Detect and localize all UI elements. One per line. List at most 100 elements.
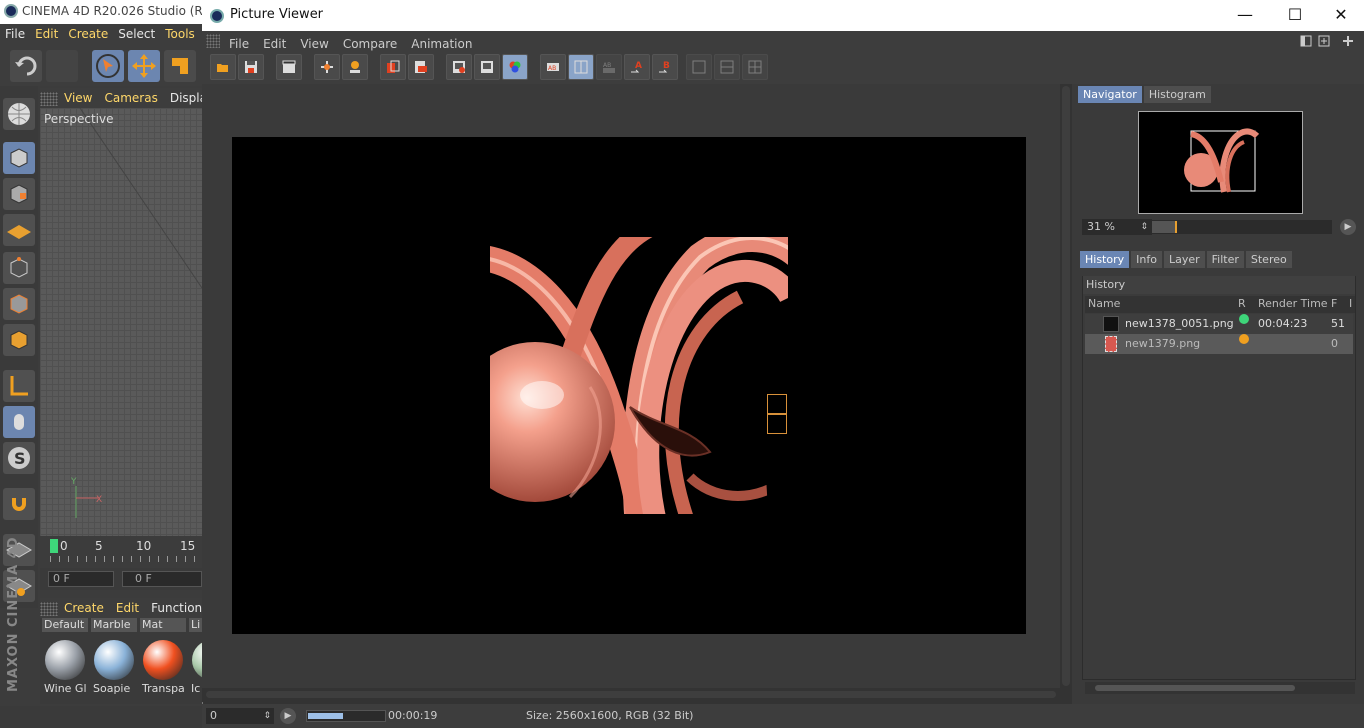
polygons-mode-icon[interactable] (3, 324, 35, 356)
axis-icon[interactable] (3, 370, 35, 402)
ab-compare-icon[interactable]: AB (540, 54, 566, 80)
copy-frame-icon[interactable] (380, 54, 406, 80)
playhead[interactable] (50, 539, 58, 553)
history-horizontal-scrollbar[interactable] (1085, 682, 1355, 694)
stop-render-icon[interactable] (314, 54, 340, 80)
picture-viewer-title: Picture Viewer (230, 7, 324, 22)
set-b-icon[interactable]: B (652, 54, 678, 80)
set-a-icon[interactable]: A (624, 54, 650, 80)
render-region-icon[interactable] (342, 54, 368, 80)
view-fit-icon[interactable] (446, 54, 472, 80)
tab-layer[interactable]: Layer (1163, 251, 1205, 268)
menu-edit[interactable]: Edit (30, 24, 63, 44)
cinema4d-statusbar (0, 706, 202, 728)
material-menu-create[interactable]: Create (58, 598, 110, 618)
ab-overlay-icon[interactable] (714, 54, 740, 80)
viewport-menu-view[interactable]: View (58, 88, 98, 108)
move-icon[interactable] (128, 50, 160, 82)
svg-text:B: B (663, 61, 670, 71)
model-mode-icon[interactable] (3, 142, 35, 174)
render-region-marker-top[interactable] (767, 394, 787, 414)
history-row-name: new1378_0051.png (1125, 317, 1234, 330)
zoom-field[interactable]: 31 % ⇕ (1082, 219, 1152, 235)
zoom-slider[interactable] (1152, 220, 1332, 234)
history-header: History (1083, 276, 1355, 294)
frame-range: 0 F 0 F (40, 568, 202, 590)
render-clapper-icon[interactable] (276, 54, 302, 80)
history-tabs: History Info Layer Filter Stereo (1080, 251, 1294, 269)
col-render-time[interactable]: Render Time (1258, 296, 1328, 312)
render-region-marker-bottom[interactable] (767, 414, 787, 434)
timeline[interactable]: 0 5 10 15 (40, 536, 202, 566)
zoom-play-icon[interactable]: ▶ (1340, 219, 1356, 235)
edges-mode-icon[interactable] (3, 288, 35, 320)
material-swatch[interactable]: Mat Transpa (140, 618, 186, 702)
material-menu-function[interactable]: Function (145, 598, 208, 618)
frame-number-field[interactable]: 0 ⇕ (206, 708, 274, 724)
ab-swap-icon[interactable] (686, 54, 712, 80)
tab-navigator[interactable]: Navigator (1078, 86, 1142, 103)
stepper-icon: ⇕ (263, 711, 271, 721)
tab-filter[interactable]: Filter (1206, 251, 1244, 268)
viewport-menu-cameras[interactable]: Cameras (98, 88, 163, 108)
tab-histogram[interactable]: Histogram (1143, 86, 1211, 103)
cinema4d-left-toolbar: S (0, 86, 38, 608)
col-name[interactable]: Name (1088, 296, 1120, 312)
col-i[interactable]: I (1349, 296, 1352, 312)
material-label: Mat (140, 618, 186, 632)
material-swatch[interactable]: Marble Soapie (91, 618, 137, 702)
minimize-button[interactable]: — (1222, 0, 1268, 31)
menu-select[interactable]: Select (113, 24, 160, 44)
tab-info[interactable]: Info (1131, 251, 1162, 268)
col-r[interactable]: R (1238, 296, 1246, 312)
history-row-time: 00:04:23 (1258, 317, 1308, 330)
close-button[interactable]: ✕ (1318, 0, 1364, 31)
ab-grid-icon[interactable] (742, 54, 768, 80)
menu-file[interactable]: File (0, 24, 30, 44)
history-row[interactable]: new1379.png 0 (1085, 334, 1353, 354)
magnet-icon[interactable] (3, 488, 35, 520)
snap-icon[interactable]: S (3, 442, 35, 474)
svg-text:S: S (14, 449, 26, 468)
menu-create[interactable]: Create (63, 24, 113, 44)
rendered-image[interactable] (490, 237, 788, 514)
material-menu-edit[interactable]: Edit (110, 598, 145, 618)
layout-icons[interactable] (1299, 33, 1363, 49)
tweak-mouse-icon[interactable] (3, 406, 35, 438)
workplane-icon[interactable] (3, 214, 35, 246)
col-f[interactable]: F (1331, 296, 1337, 312)
scale-icon[interactable] (164, 50, 196, 82)
select-cursor-icon[interactable] (92, 50, 124, 82)
material-swatch[interactable]: Default Wine Gl (42, 618, 88, 702)
picture-viewer-titlebar: Picture Viewer — ☐ ✕ (202, 0, 1364, 31)
elapsed-time: 00:00:19 (388, 709, 438, 722)
min-frame-field[interactable]: 0 F (122, 571, 202, 587)
start-frame-field[interactable]: 0 F (48, 571, 114, 587)
undo-icon[interactable] (10, 50, 42, 82)
svg-text:A: A (635, 61, 642, 71)
globe-icon[interactable] (3, 98, 35, 130)
maximize-button[interactable]: ☐ (1272, 0, 1318, 31)
cinema4d-toolbar (0, 46, 202, 86)
tab-stereo[interactable]: Stereo (1245, 251, 1292, 268)
save-icon[interactable] (238, 54, 264, 80)
grip-icon (206, 34, 220, 48)
viewport-3d[interactable]: X Y (40, 108, 202, 536)
vertical-scrollbar[interactable] (1060, 84, 1072, 688)
redo-icon[interactable] (46, 50, 78, 82)
view-100-icon[interactable] (474, 54, 500, 80)
points-mode-icon[interactable] (3, 252, 35, 284)
play-icon[interactable]: ▶ (280, 708, 296, 724)
paste-frame-icon[interactable] (408, 54, 434, 80)
navigator-thumbnail[interactable] (1138, 111, 1303, 214)
material-menubar: Create Edit Function (40, 598, 202, 618)
horizontal-scrollbar[interactable] (202, 688, 1060, 702)
open-folder-icon[interactable] (210, 54, 236, 80)
history-row[interactable]: new1378_0051.png 00:04:23 51 (1085, 314, 1353, 334)
texture-mode-icon[interactable] (3, 178, 35, 210)
ab-diff-icon[interactable]: AB (596, 54, 622, 80)
show-channels-icon[interactable] (502, 54, 528, 80)
tab-history[interactable]: History (1080, 251, 1130, 268)
ab-split-icon[interactable] (568, 54, 594, 80)
menu-tools[interactable]: Tools (160, 24, 200, 44)
